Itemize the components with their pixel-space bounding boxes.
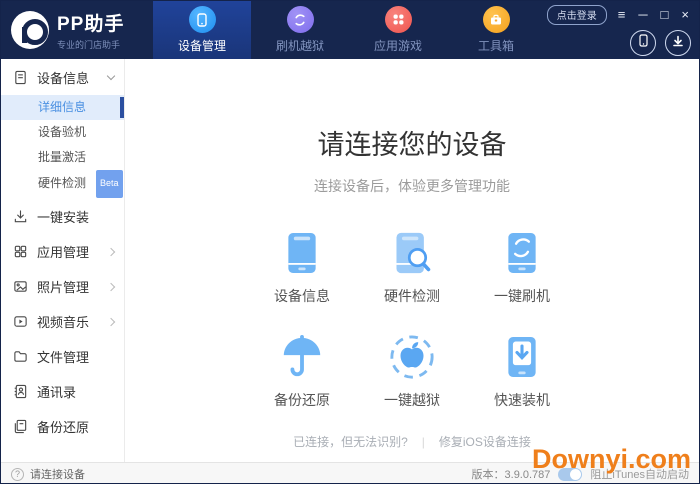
phone-install-icon	[502, 330, 542, 380]
app-title: PP助手	[57, 14, 125, 35]
sidebar-item-one-key-install[interactable]: 一键安装	[1, 199, 124, 234]
app-window: PP助手 专业的门店助手 设备管理 刷机越狱 应用游戏 工具箱 点击登录 ≡ ─…	[0, 0, 700, 484]
device-info-icon	[13, 70, 28, 85]
sidebar-item-batch-activate[interactable]: 批量激活	[1, 145, 124, 170]
phone-info-icon	[282, 226, 322, 276]
sidebar-item-file-manage[interactable]: 文件管理	[1, 339, 124, 374]
feature-grid: 设备信息 硬件检测 一键刷机 备份还原 一键越狱 快速装机	[247, 226, 577, 410]
apple-jailbreak-icon	[389, 330, 435, 380]
chevron-right-icon	[106, 317, 116, 326]
feature-backup-restore[interactable]: 备份还原	[247, 330, 357, 410]
feature-one-key-flash[interactable]: 一键刷机	[467, 226, 577, 306]
connection-status: 请连接设备	[30, 469, 85, 481]
chevron-right-icon	[106, 247, 116, 256]
beta-badge: Beta	[96, 170, 123, 198]
tab-apps-games[interactable]: 应用游戏	[349, 1, 447, 59]
phone-icon	[637, 34, 650, 52]
pp-logo-icon	[11, 11, 49, 49]
sidebar-item-photo-manage[interactable]: 照片管理	[1, 269, 124, 304]
device-button[interactable]	[630, 30, 656, 56]
umbrella-icon	[279, 330, 325, 380]
sidebar-item-backup-restore[interactable]: 备份还原	[1, 409, 124, 444]
contacts-icon	[13, 384, 28, 399]
help-icon[interactable]: ?	[11, 467, 24, 481]
apps-grid-icon	[13, 244, 28, 259]
tab-toolbox[interactable]: 工具箱	[447, 1, 545, 59]
chevron-right-icon	[106, 282, 116, 291]
main-nav: 设备管理 刷机越狱 应用游戏 工具箱	[153, 1, 545, 59]
folder-icon	[13, 349, 28, 364]
connected-not-recognized-link[interactable]: 已连接，但无法识别?	[293, 433, 408, 450]
link-divider: |	[421, 434, 425, 449]
install-icon	[13, 209, 28, 224]
photo-icon	[13, 279, 28, 294]
sidebar-item-app-manage[interactable]: 应用管理	[1, 234, 124, 269]
tab-flash-jailbreak[interactable]: 刷机越狱	[251, 1, 349, 59]
sidebar-item-detail-info[interactable]: 详细信息	[1, 95, 124, 120]
feature-device-info[interactable]: 设备信息	[247, 226, 357, 306]
app-tagline: 专业的门店助手	[57, 40, 121, 50]
app-logo: PP助手 专业的门店助手	[1, 1, 151, 59]
device-manage-icon	[188, 6, 216, 33]
main-content: 请连接您的设备 连接设备后，体验更多管理功能 设备信息 硬件检测 一键刷机 备份…	[124, 59, 699, 462]
fix-ios-connection-link[interactable]: 修复iOS设备连接	[439, 433, 531, 450]
phone-flash-icon	[502, 226, 542, 276]
chevron-down-icon	[106, 71, 116, 80]
flash-jailbreak-icon	[286, 6, 314, 33]
sidebar: 设备信息 详细信息 设备验机 批量激活 硬件检测Beta 一键安装 应用管理	[1, 59, 124, 462]
video-icon	[13, 314, 28, 329]
minimize-icon[interactable]: ─	[636, 7, 649, 23]
feature-quick-install[interactable]: 快速装机	[467, 330, 577, 410]
download-arrow-icon	[672, 34, 684, 52]
toolbox-icon	[482, 6, 510, 33]
sidebar-item-hardware-check[interactable]: 硬件检测 Beta	[1, 170, 124, 198]
maximize-icon[interactable]: □	[659, 7, 671, 23]
connect-title: 请连接您的设备	[317, 130, 507, 160]
sidebar-item-video-music[interactable]: 视频音乐	[1, 304, 124, 339]
backup-icon	[13, 419, 28, 434]
sidebar-item-device-verify[interactable]: 设备验机	[1, 120, 124, 145]
header: PP助手 专业的门店助手 设备管理 刷机越狱 应用游戏 工具箱 点击登录 ≡ ─…	[1, 1, 699, 59]
menu-icon[interactable]: ≡	[616, 7, 628, 23]
watermark: Downyi.com	[531, 444, 691, 474]
apps-games-icon	[384, 6, 412, 33]
connect-subtitle: 连接设备后，体验更多管理功能	[314, 178, 510, 194]
close-icon[interactable]: ×	[679, 7, 691, 23]
login-button[interactable]: 点击登录	[546, 5, 607, 25]
sidebar-group-device-info[interactable]: 设备信息	[1, 59, 124, 95]
tab-device-manage[interactable]: 设备管理	[153, 1, 251, 59]
feature-hardware-check[interactable]: 硬件检测	[357, 226, 467, 306]
header-controls: 点击登录 ≡ ─ □ ×	[546, 5, 691, 56]
feature-one-key-jailbreak[interactable]: 一键越狱	[357, 330, 467, 410]
phone-scan-icon	[391, 226, 433, 276]
download-button[interactable]	[665, 30, 691, 56]
sidebar-item-contacts[interactable]: 通讯录	[1, 374, 124, 409]
